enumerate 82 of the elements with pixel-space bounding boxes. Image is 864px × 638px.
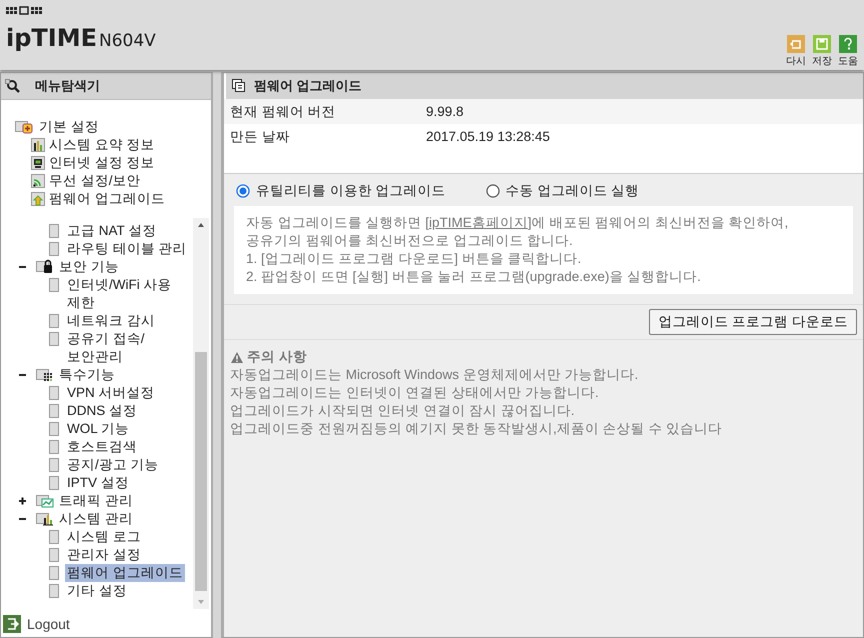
tree-item[interactable]: 라우팅 테이블 관리 — [65, 240, 189, 258]
tree-item[interactable]: 네트워크 감시 — [65, 312, 157, 330]
page-icon — [49, 566, 59, 580]
panel-title: 메뉴탐색기 — [35, 76, 100, 95]
tree-item[interactable]: 공지/광고 기능 — [65, 456, 161, 474]
instruction-text: 공유기의 펌웨어를 최신버전으로 업그레이드 합니다. — [246, 232, 574, 250]
search-icon — [5, 78, 21, 93]
page-icon — [49, 584, 59, 598]
windows-icon — [232, 79, 246, 93]
scrollbar-thumb[interactable] — [195, 352, 207, 591]
tree-item[interactable]: 기타 설정 — [65, 582, 129, 600]
wifi-icon — [31, 174, 45, 188]
caution-text: 업그레이드중 전원꺼짐등의 예기지 못한 동작발생시,제품이 손상될 수 있습니다 — [230, 420, 724, 438]
tree-item[interactable]: 공유기 접속/보안관리 — [65, 330, 193, 366]
field-label: 만든 날짜 — [230, 128, 291, 146]
page-icon — [49, 458, 59, 472]
folder-grid-icon — [36, 366, 54, 383]
menu-item[interactable]: 무선 설정/보안 — [15, 172, 211, 190]
panel-title: 펌웨어 업그레이드 — [254, 77, 362, 95]
tree-item[interactable]: 호스트검색 — [65, 438, 139, 456]
tree-item[interactable]: 펌웨어 업그레이드 — [65, 564, 185, 582]
page-icon — [49, 404, 59, 418]
instruction-text: 2. 팝업창이 뜨면 [실행] 버튼을 눌러 프로그램(upgrade.exe)을 실행합니다. — [246, 268, 702, 286]
radio-option[interactable]: 유틸리티를 이용한 업그레이드 — [236, 182, 446, 200]
warning-icon — [230, 350, 244, 364]
homepage-link[interactable]: ipTIME홈페이지 — [429, 215, 528, 230]
help-icon — [839, 35, 857, 53]
page-icon — [49, 440, 59, 454]
page-icon — [49, 476, 59, 490]
menu-item[interactable]: 펌웨어 업그레이드 — [15, 190, 211, 208]
tree-folder[interactable]: 특수기능 — [57, 366, 117, 384]
folder-lock-icon — [36, 258, 54, 275]
tree-item[interactable]: 시스템 로그 — [65, 528, 143, 546]
tree-item[interactable]: DDNS 설정 — [65, 402, 140, 420]
tree-item[interactable]: VPN 서버설정 — [65, 384, 157, 402]
scrollbar[interactable] — [193, 218, 209, 609]
toolbar-button[interactable]: 도움 — [838, 35, 858, 68]
toolbar-button[interactable]: 다시 — [786, 35, 806, 68]
tree-item[interactable]: 고급 NAT 설정 — [65, 222, 158, 240]
radio-option[interactable]: 수동 업그레이드 실행 — [486, 182, 640, 200]
logout-button[interactable]: Logout — [1, 609, 211, 637]
menu-item[interactable]: 시스템 요약 정보 — [15, 136, 211, 154]
bar-chart-icon — [31, 138, 45, 152]
page-icon — [49, 332, 59, 346]
page-icon — [49, 422, 59, 436]
expand-icon[interactable] — [19, 496, 27, 505]
caution-text: 자동업그레이드는 인터넷이 연결된 상태에서만 가능합니다. — [230, 384, 600, 402]
folder-bar-chart-icon — [36, 510, 54, 527]
caution-text: 자동업그레이드는 Microsoft Windows 운영체제에서만 가능합니다. — [230, 366, 640, 384]
instruction-text: 자동 업그레이드를 실행하면 [ipTIME홈페이지]에 배포된 펌웨어의 최신버전을 확인하여, — [246, 214, 790, 232]
logout-icon — [3, 615, 21, 633]
tree-folder[interactable]: 트래픽 관리 — [57, 492, 135, 510]
tree-item[interactable]: 인터넷/WiFi 사용 제한 — [65, 276, 193, 312]
field-value: 9.99.8 — [426, 104, 464, 119]
field-label: 현재 펌웨어 버전 — [230, 102, 337, 120]
tree-item[interactable]: 관리자 설정 — [65, 546, 143, 564]
floppy-disk-icon — [813, 35, 831, 53]
tree-item[interactable]: IPTV 설정 — [65, 474, 131, 492]
tree-folder[interactable]: 시스템 관리 — [57, 510, 135, 528]
tree-folder[interactable]: 기본 설정 — [15, 118, 211, 136]
instruction-text: 1. [업그레이드 프로그램 다운로드] 버튼을 클릭합니다. — [246, 250, 582, 268]
model-name: N604V — [98, 31, 156, 51]
caution-title: 주의 사항 — [247, 348, 307, 366]
brand-logo: ipTIME — [6, 24, 97, 52]
monitor-icon — [31, 156, 45, 170]
folder-plus-icon — [15, 118, 35, 135]
undo-icon — [787, 35, 805, 53]
page-icon — [49, 530, 59, 544]
page-icon — [49, 242, 59, 256]
caution-text: 업그레이드가 시작되면 인터넷 연결이 잠시 끊어집니다. — [230, 402, 576, 420]
page-icon — [49, 314, 59, 328]
page-icon — [49, 386, 59, 400]
page-icon — [49, 278, 59, 292]
field-value: 2017.05.19 13:28:45 — [426, 129, 550, 144]
page-icon — [49, 548, 59, 562]
download-button[interactable]: 업그레이드 프로그램 다운로드 — [649, 309, 857, 335]
menu-item[interactable]: 인터넷 설정 정보 — [15, 154, 211, 172]
folder-chart-icon — [36, 492, 54, 509]
tree-item[interactable]: WOL 기능 — [65, 420, 132, 438]
page-icon — [49, 224, 59, 238]
tree-folder[interactable]: 보안 기능 — [57, 258, 121, 276]
toolbar-button[interactable]: 저장 — [812, 35, 832, 68]
